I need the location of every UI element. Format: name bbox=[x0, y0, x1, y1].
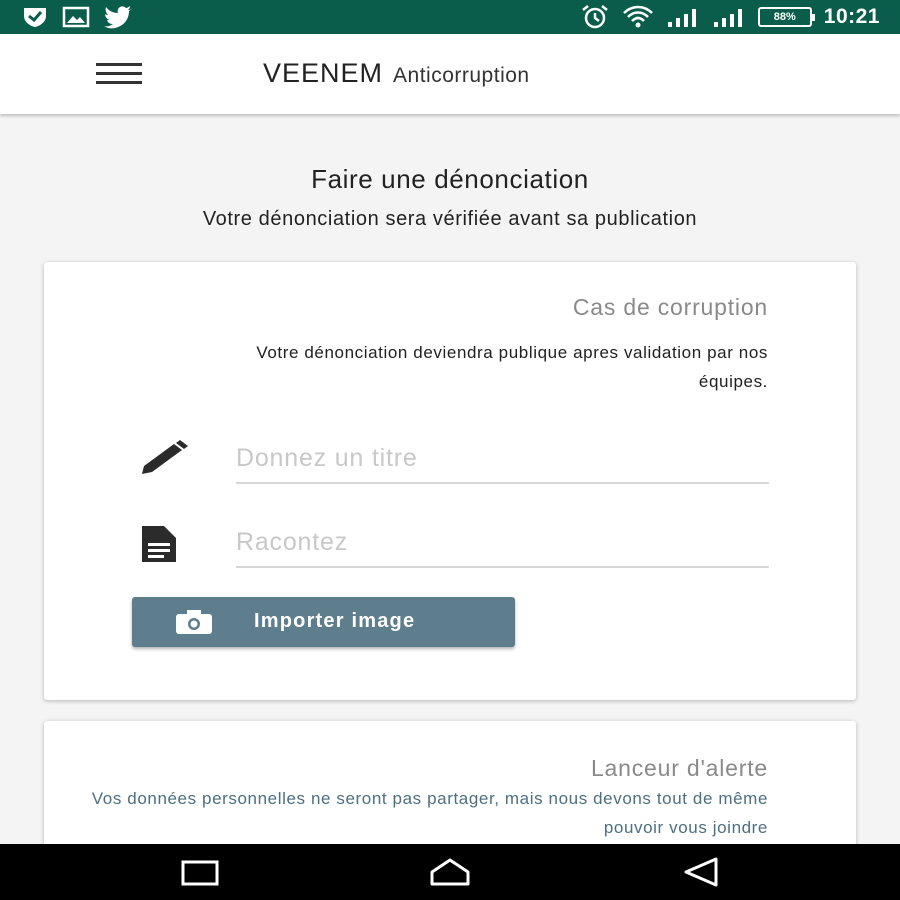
import-image-button[interactable]: Importer image bbox=[132, 597, 515, 647]
brand-name: VEENEM bbox=[263, 58, 384, 88]
recent-apps-icon[interactable] bbox=[178, 856, 222, 888]
card-title: Cas de corruption bbox=[572, 294, 768, 320]
story-input[interactable] bbox=[236, 520, 769, 564]
card-title: Lanceur d'alerte bbox=[590, 755, 768, 781]
status-left-icons bbox=[22, 5, 134, 29]
wifi-icon bbox=[622, 5, 653, 28]
pencil-icon bbox=[142, 440, 188, 474]
signal-icon bbox=[667, 9, 696, 27]
app-title: VEENEM Anticorruption bbox=[263, 58, 530, 89]
twitter-icon bbox=[104, 6, 132, 29]
battery-icon: 88% bbox=[757, 7, 815, 27]
status-bar: 88% 10:21 bbox=[0, 0, 900, 34]
image-icon bbox=[62, 6, 90, 28]
home-icon[interactable] bbox=[428, 856, 472, 888]
back-icon[interactable] bbox=[680, 856, 724, 888]
document-icon bbox=[142, 526, 176, 562]
battery-percent: 88% bbox=[773, 11, 796, 23]
camera-icon bbox=[176, 610, 212, 634]
story-field[interactable] bbox=[236, 520, 769, 568]
page-title: Faire une dénonciation bbox=[311, 164, 589, 194]
signal-icon bbox=[713, 9, 742, 27]
status-time: 10:21 bbox=[823, 5, 880, 28]
title-input[interactable] bbox=[236, 436, 769, 480]
status-right-icons: 88% 10:21 bbox=[580, 4, 880, 30]
page-subtitle: Votre dénonciation sera vérifiée avant s… bbox=[202, 208, 698, 230]
brand-subtitle: Anticorruption bbox=[393, 64, 530, 87]
alarm-icon bbox=[582, 5, 608, 29]
system-nav-bar bbox=[0, 844, 900, 900]
app-bar: VEENEM Anticorruption bbox=[0, 34, 900, 114]
card-description: Vos données personnelles ne seront pas p… bbox=[91, 789, 768, 837]
hamburger-menu-icon[interactable] bbox=[96, 63, 144, 85]
card-description: Votre dénonciation deviendra publique ap… bbox=[256, 343, 768, 391]
corruption-case-card: Cas de corruption Votre dénonciation dev… bbox=[44, 262, 856, 700]
shield-check-icon bbox=[24, 8, 46, 27]
title-field[interactable] bbox=[236, 436, 769, 484]
import-image-label: Importer image bbox=[254, 610, 416, 632]
